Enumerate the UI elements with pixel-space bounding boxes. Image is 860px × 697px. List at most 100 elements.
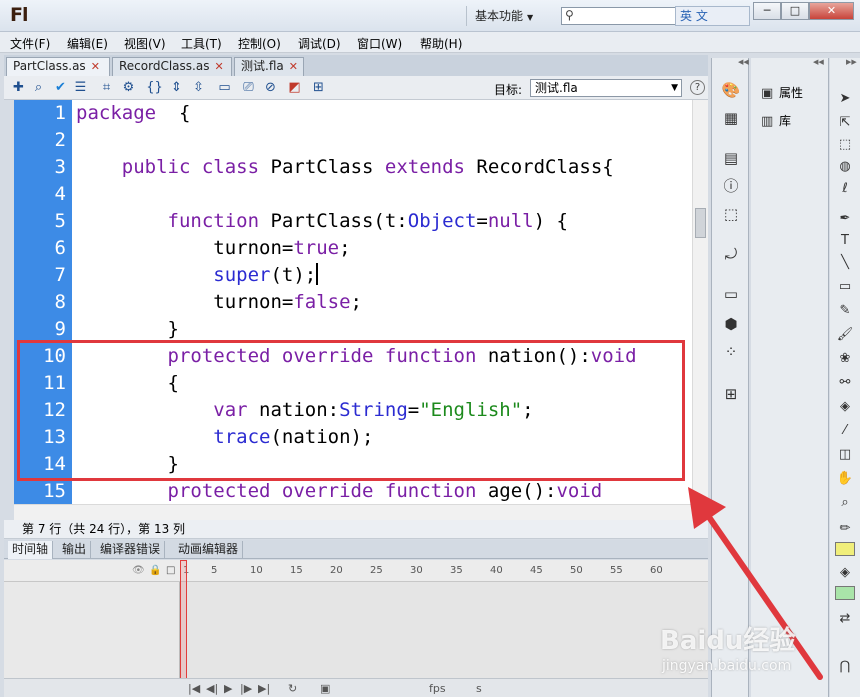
timeline-playhead[interactable]	[180, 560, 187, 691]
toggle-toolbox-icon[interactable]: ◩	[286, 79, 303, 96]
lasso-tool-icon[interactable]: ℓ	[836, 180, 854, 198]
minimize-button[interactable]: ─	[753, 2, 781, 20]
pen-tool-icon[interactable]: ✒	[836, 210, 854, 228]
auto-format-icon[interactable]: ☰	[72, 79, 89, 96]
close-icon[interactable]: ✕	[91, 60, 100, 73]
properties-panel-tab[interactable]: ▣ 属性	[761, 84, 803, 101]
eye-icon[interactable]: 👁	[132, 565, 145, 576]
subselection-tool-icon[interactable]: ⇱	[836, 114, 854, 132]
stroke-color-icon[interactable]: ✏	[836, 520, 854, 538]
text-cursor	[316, 263, 319, 285]
hand-tool-icon[interactable]: ✋	[836, 470, 854, 488]
expand-all-icon[interactable]: ⇳	[190, 79, 207, 96]
components-icon[interactable]: ⬢	[721, 314, 741, 334]
menu-debug[interactable]: 调试(D)	[298, 35, 341, 52]
tab-output[interactable]: 输出	[58, 541, 92, 559]
expand-icon[interactable]: ▶▶	[846, 58, 857, 66]
line-tool-icon[interactable]: ╲	[836, 254, 854, 272]
workspace-switcher[interactable]: 基本功能 ▼	[466, 6, 554, 26]
text-tool-icon[interactable]: T	[836, 232, 854, 250]
workspace-label: 基本功能	[475, 9, 524, 23]
stroke-color-swatch[interactable]	[835, 542, 855, 556]
step-back-icon[interactable]: ◀|	[206, 682, 218, 695]
tab-test-fla[interactable]: 测试.fla ✕	[234, 57, 304, 76]
help-icon[interactable]: ?	[690, 80, 705, 95]
menu-tools[interactable]: 工具(T)	[181, 35, 222, 52]
eyedropper-tool-icon[interactable]: ⁄	[836, 422, 854, 440]
menu-file[interactable]: 文件(F)	[10, 35, 50, 52]
fill-color-swatch[interactable]	[835, 586, 855, 600]
info-icon[interactable]: ⓘ	[721, 176, 741, 196]
fill-color-icon[interactable]: ◈	[836, 564, 854, 582]
timeline-layers[interactable]	[4, 582, 180, 678]
actions-panel-icon[interactable]: ▭	[721, 284, 741, 304]
close-button[interactable]: ✕	[809, 2, 854, 20]
help-search-box[interactable]: ⚲	[561, 7, 676, 25]
menu-view[interactable]: 视图(V)	[124, 35, 166, 52]
menu-help[interactable]: 帮助(H)	[420, 35, 462, 52]
swap-colors-icon[interactable]: ⇄	[836, 610, 854, 628]
3d-rotation-tool-icon[interactable]: ◍	[836, 158, 854, 176]
menu-window[interactable]: 窗口(W)	[357, 35, 402, 52]
apply-block-comment-icon[interactable]: ▭	[216, 79, 233, 96]
selection-tool-icon[interactable]: ➤	[836, 90, 854, 108]
play-icon[interactable]: ▶	[224, 682, 232, 695]
free-transform-tool-icon[interactable]: ⬚	[836, 136, 854, 154]
tab-compiler-errors[interactable]: 编译器错误	[96, 541, 166, 559]
pencil-tool-icon[interactable]: ✎	[836, 302, 854, 320]
debug-options-icon[interactable]: ⚙	[120, 79, 137, 96]
go-first-frame-icon[interactable]: |◀	[188, 682, 200, 695]
bone-tool-icon[interactable]: ⚯	[836, 374, 854, 392]
outline-icon[interactable]: □	[166, 565, 175, 576]
library-panel-tab[interactable]: ▥ 库	[761, 112, 791, 129]
collapse-between-braces-icon[interactable]: {}	[146, 79, 163, 96]
motion-presets-icon[interactable]: ⁘	[721, 342, 741, 362]
code-snippets-panel-icon[interactable]: ⊞	[721, 384, 741, 404]
color-icon[interactable]: 🎨	[721, 80, 741, 100]
help-search-input[interactable]	[580, 9, 672, 23]
paint-bucket-tool-icon[interactable]: ◈	[836, 398, 854, 416]
code-hint-icon[interactable]: ⌗	[98, 79, 115, 96]
apply-line-comment-icon[interactable]: ⎚	[240, 79, 257, 96]
brush-tool-icon[interactable]: 🖌	[836, 326, 854, 344]
target-select[interactable]: 测试.fla ▼	[530, 79, 682, 97]
vertical-scrollbar[interactable]	[692, 100, 708, 504]
scrollbar-thumb[interactable]	[695, 208, 706, 238]
timeline-ruler[interactable]: 👁 🔒 □ 1 5 10 15 20 25 30 35 40 45 50 55 …	[4, 560, 708, 582]
tab-recordclass[interactable]: RecordClass.as ✕	[112, 57, 232, 76]
tab-motion-editor[interactable]: 动画编辑器	[174, 541, 244, 559]
lock-icon[interactable]: 🔒	[149, 565, 161, 576]
ime-status-badge[interactable]: 英 文	[675, 6, 750, 26]
swatches-icon[interactable]: ▦	[721, 108, 741, 128]
history-icon[interactable]: ⤾	[721, 244, 741, 264]
close-icon[interactable]: ✕	[214, 60, 223, 73]
step-forward-icon[interactable]: |▶	[240, 682, 252, 695]
snap-magnet-icon[interactable]: ⋂	[836, 658, 854, 676]
remove-comment-icon[interactable]: ⊘	[262, 79, 279, 96]
maximize-button[interactable]: □	[781, 2, 809, 20]
close-icon[interactable]: ✕	[289, 60, 298, 73]
tab-partclass[interactable]: PartClass.as ✕	[6, 57, 110, 76]
onion-skin-icon[interactable]: ▣	[320, 682, 330, 695]
transform-icon[interactable]: ⬚	[721, 204, 741, 224]
collapse-selection-icon[interactable]: ⇕	[168, 79, 185, 96]
rectangle-tool-icon[interactable]: ▭	[836, 278, 854, 296]
tab-timeline[interactable]: 时间轴	[8, 541, 54, 559]
add-statement-icon[interactable]: ✚	[10, 79, 27, 96]
collapse-icon[interactable]: ◀◀	[813, 58, 824, 66]
zoom-tool-icon[interactable]: ⌕	[836, 494, 854, 512]
check-syntax-icon[interactable]: ✔	[52, 79, 69, 96]
horizontal-scrollbar[interactable]	[14, 504, 708, 520]
menu-edit[interactable]: 编辑(E)	[67, 35, 108, 52]
menu-control[interactable]: 控制(O)	[238, 35, 281, 52]
go-last-frame-icon[interactable]: ▶|	[258, 682, 270, 695]
collapse-icon[interactable]: ◀◀	[738, 58, 749, 66]
timeline-frames[interactable]	[4, 582, 708, 678]
eraser-tool-icon[interactable]: ◫	[836, 446, 854, 464]
deco-tool-icon[interactable]: ❀	[836, 350, 854, 368]
loop-icon[interactable]: ↻	[288, 682, 297, 695]
find-icon[interactable]: ⌕	[30, 79, 47, 96]
code-line: protected override function age():void	[167, 480, 603, 502]
code-snippets-icon[interactable]: ⊞	[310, 79, 327, 96]
align-icon[interactable]: ▤	[721, 148, 741, 168]
